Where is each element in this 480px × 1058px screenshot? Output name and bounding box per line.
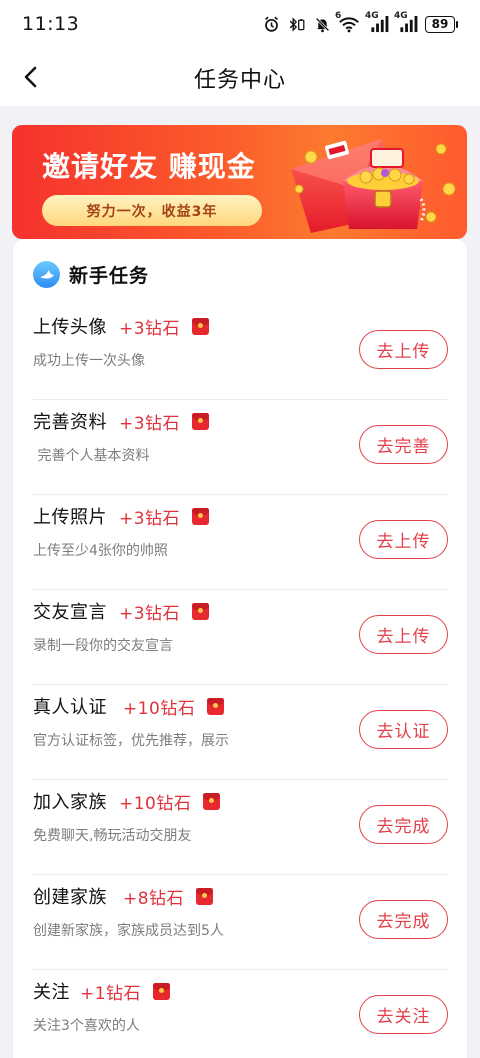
task-action-button[interactable]: 去关注 [359,995,448,1034]
task-name: 加入家族 [33,792,107,813]
wifi-icon: 6 [335,11,360,33]
task-reward: +3钻石 [119,318,181,339]
status-time: 11:13 [22,13,80,35]
red-packet-icon [192,507,210,525]
task-name: 真人认证 [33,697,107,718]
network-1-label: 4G [365,10,379,21]
task-card: 新手任务 上传头像 +3钻石 成功上传一次头像 去上传 完善资料 +3钻石 完善… [13,239,467,1058]
task-reward: +3钻石 [119,413,181,434]
red-packet-icon [153,982,171,1000]
task-desc: 创建新家族，家族成员达到5人 [33,923,224,939]
treasure-chest-icon [291,139,456,233]
task-desc: 关注3个喜欢的人 [33,1018,140,1034]
bird-icon [33,261,60,288]
task-desc: 官方认证标签，优先推荐，展示 [33,733,229,749]
status-icons: 6 4G 4G 89 [263,11,458,33]
invite-banner[interactable]: 邀请好友 赚现金 努力一次，收益3年 [12,125,467,239]
task-name: 上传照片 [33,507,107,528]
task-action-button[interactable]: 去上传 [359,520,448,559]
page-title: 任务中心 [193,68,286,93]
red-packet-icon [207,697,225,715]
task-desc: 录制一段你的交友宣言 [33,638,173,654]
section-header: 新手任务 [33,261,149,288]
banner-title: 邀请好友 赚现金 [42,150,256,183]
red-packet-icon [196,887,214,905]
wifi-label: 6 [335,10,342,21]
task-reward: +10钻石 [123,698,196,719]
task-desc: 完善个人基本资料 [33,448,150,464]
task-item-2: 上传照片 +3钻石 上传至少4张你的帅照 去上传 [13,495,467,590]
red-packet-icon [192,602,210,620]
task-desc: 上传至少4张你的帅照 [33,543,168,559]
signal-1-icon: 4G [365,11,389,33]
task-reward: +8钻石 [123,888,185,909]
task-item-0: 上传头像 +3钻石 成功上传一次头像 去上传 [13,305,467,400]
task-name: 关注 [33,982,70,1003]
battery-level: 89 [425,15,455,33]
signal-2-icon: 4G [394,11,418,33]
task-item-5: 加入家族 +10钻石 免费聊天,畅玩活动交朋友 去完成 [13,780,467,875]
task-action-button[interactable]: 去认证 [359,710,448,749]
task-reward: +10钻石 [119,793,192,814]
task-action-button[interactable]: 去完成 [359,900,448,939]
banner-pill: 努力一次，收益3年 [42,195,262,226]
status-bar: 11:13 6 4G 4G 89 [0,0,480,48]
task-desc: 免费聊天,畅玩活动交朋友 [33,828,192,844]
task-item-1: 完善资料 +3钻石 完善个人基本资料 去完善 [13,400,467,495]
task-name: 上传头像 [33,317,107,338]
task-name: 完善资料 [33,412,107,433]
task-name: 交友宣言 [33,602,107,623]
app-header: 任务中心 [0,48,480,106]
task-reward: +3钻石 [119,508,181,529]
task-item-3: 交友宣言 +3钻石 录制一段你的交友宣言 去上传 [13,590,467,685]
section-title: 新手任务 [69,265,150,287]
bluetooth-battery-icon [287,16,307,33]
red-packet-icon [192,412,210,430]
task-item-4: 真人认证 +10钻石 官方认证标签，优先推荐，展示 去认证 [13,685,467,780]
task-action-button[interactable]: 去完善 [359,425,448,464]
task-action-button[interactable]: 去上传 [359,615,448,654]
task-action-button[interactable]: 去上传 [359,330,448,369]
network-2-label: 4G [394,10,408,21]
task-name: 创建家族 [33,887,107,908]
task-item-6: 创建家族 +8钻石 创建新家族，家族成员达到5人 去完成 [13,875,467,970]
task-action-button[interactable]: 去完成 [359,805,448,844]
task-desc: 成功上传一次头像 [33,353,145,369]
mute-icon [314,16,331,33]
task-reward: +3钻石 [119,603,181,624]
battery-icon: 89 [425,15,458,33]
alarm-icon [263,16,280,33]
task-reward: +1钻石 [80,983,142,1004]
red-packet-icon [203,792,221,810]
task-item-7: 关注 +1钻石 关注3个喜欢的人 去关注 [13,970,467,1058]
red-packet-icon [192,317,210,335]
